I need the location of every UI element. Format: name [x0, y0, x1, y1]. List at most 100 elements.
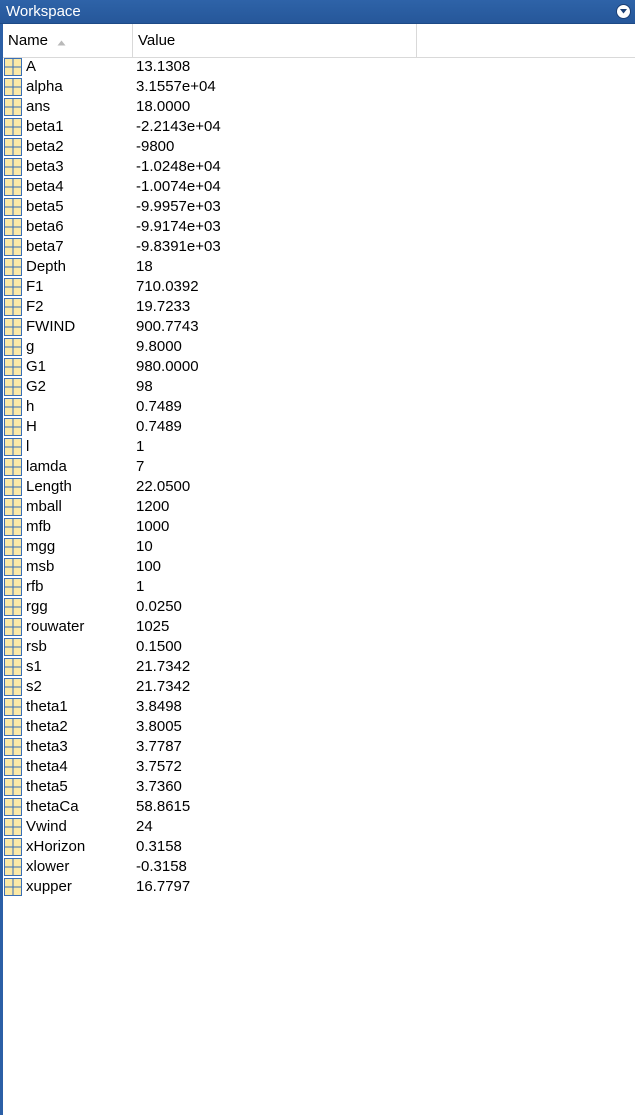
table-row[interactable]: l1: [3, 437, 635, 457]
variable-name: beta7: [26, 238, 64, 255]
table-row[interactable]: beta6 -9.9174e+03: [3, 217, 635, 237]
variable-value: 3.7787: [136, 738, 182, 755]
table-row[interactable]: F2 19.7233: [3, 297, 635, 317]
table-row[interactable]: mball 1200: [3, 497, 635, 517]
variable-value: 0.0250: [136, 598, 182, 615]
column-header-value-label: Value: [138, 32, 176, 49]
variable-name: theta5: [26, 778, 68, 795]
table-row[interactable]: theta1 3.8498: [3, 697, 635, 717]
matrix-grid-icon: [4, 718, 22, 736]
table-row[interactable]: lamda 7: [3, 457, 635, 477]
table-row[interactable]: s2 21.7342: [3, 677, 635, 697]
table-row[interactable]: xHorizon 0.3158: [3, 837, 635, 857]
table-row[interactable]: beta4 -1.0074e+04: [3, 177, 635, 197]
variable-value: -1.0074e+04: [136, 178, 221, 195]
variable-value: -9.9957e+03: [136, 198, 221, 215]
variable-name: rfb: [26, 578, 44, 595]
table-row[interactable]: beta1 -2.2143e+04: [3, 117, 635, 137]
table-row[interactable]: thetaCa 58.8615: [3, 797, 635, 817]
table-row[interactable]: beta2 -9800: [3, 137, 635, 157]
variable-name: alpha: [26, 78, 63, 95]
matrix-grid-icon: [4, 658, 22, 676]
matrix-grid-icon: [4, 678, 22, 696]
variable-value: 18: [136, 258, 153, 275]
matrix-grid-icon: [4, 738, 22, 756]
table-row[interactable]: F1 710.0392: [3, 277, 635, 297]
variable-value: 1: [136, 578, 145, 595]
variable-name: msb: [26, 558, 55, 575]
variable-name: xupper: [26, 878, 72, 895]
table-row[interactable]: FWIND 900.7743: [3, 317, 635, 337]
table-row[interactable]: G2 98: [3, 377, 635, 397]
variable-value: -0.3158: [136, 858, 187, 875]
variable-value: 710.0392: [136, 278, 199, 295]
column-header-name-label: Name: [8, 32, 49, 49]
table-row[interactable]: xlower -0.3158: [3, 857, 635, 877]
variable-value: 58.8615: [136, 798, 191, 815]
table-row[interactable]: s1 21.7342: [3, 657, 635, 677]
column-header-name[interactable]: Name: [3, 24, 133, 57]
table-row[interactable]: A 13.1308: [3, 57, 635, 77]
table-row[interactable]: theta5 3.7360: [3, 777, 635, 797]
table-row[interactable]: alpha 3.1557e+04: [3, 77, 635, 97]
variable-value: 1000: [136, 518, 170, 535]
variable-list: A 13.1308 alpha 3.1557e+04 ans 18.0000 beta1 -2…: [3, 57, 635, 897]
table-row[interactable]: beta3 -1.0248e+04: [3, 157, 635, 177]
matrix-grid-icon: [4, 498, 22, 516]
variable-value: 0.7489: [136, 418, 182, 435]
variable-value: 21.7342: [136, 658, 191, 675]
matrix-grid-icon: [4, 818, 22, 836]
variable-value: 98: [136, 378, 153, 395]
table-row[interactable]: rgg 0.0250: [3, 597, 635, 617]
table-row[interactable]: theta4 3.7572: [3, 757, 635, 777]
matrix-grid-icon: [4, 338, 22, 356]
matrix-grid-icon: [4, 318, 22, 336]
matrix-grid-icon: [4, 858, 22, 876]
table-row[interactable]: xupper 16.7797: [3, 877, 635, 897]
table-row[interactable]: msb 100: [3, 557, 635, 577]
variable-name: G1: [26, 358, 47, 375]
variable-value: 21.7342: [136, 678, 191, 695]
variable-value: 0.1500: [136, 638, 182, 655]
variable-name: s2: [26, 678, 42, 695]
table-row[interactable]: theta3 3.7787: [3, 737, 635, 757]
variable-value: 16.7797: [136, 878, 191, 895]
variable-value: 1: [136, 438, 145, 455]
table-row[interactable]: g 9.8000: [3, 337, 635, 357]
variable-value: 24: [136, 818, 153, 835]
variable-name: theta3: [26, 738, 68, 755]
circle-chevron-down-icon[interactable]: [616, 4, 631, 19]
table-row[interactable]: beta5 -9.9957e+03: [3, 197, 635, 217]
table-row[interactable]: G1 980.0000: [3, 357, 635, 377]
variable-value: -2.2143e+04: [136, 118, 221, 135]
table-row[interactable]: mgg 10: [3, 537, 635, 557]
table-row[interactable]: ans 18.0000: [3, 97, 635, 117]
matrix-grid-icon: [4, 198, 22, 216]
matrix-grid-icon: [4, 778, 22, 796]
matrix-grid-icon: [4, 838, 22, 856]
table-row[interactable]: H 0.7489: [3, 417, 635, 437]
table-row[interactable]: Length 22.0500: [3, 477, 635, 497]
workspace-panel: Name Value A 13.1308 alpha 3.1557e+04 ans 18.…: [0, 24, 635, 1115]
variable-name: l: [26, 438, 30, 455]
table-row[interactable]: rsb 0.1500: [3, 637, 635, 657]
matrix-grid-icon: [4, 358, 22, 376]
variable-name: G2: [26, 378, 47, 395]
variable-name: h: [26, 398, 35, 415]
table-row[interactable]: rouwater 1025: [3, 617, 635, 637]
table-row[interactable]: theta2 3.8005: [3, 717, 635, 737]
table-row[interactable]: Depth 18: [3, 257, 635, 277]
matrix-grid-icon: [4, 378, 22, 396]
table-row[interactable]: mfb 1000: [3, 517, 635, 537]
table-row[interactable]: h 0.7489: [3, 397, 635, 417]
column-header-value[interactable]: Value: [133, 24, 417, 57]
variable-name: thetaCa: [26, 798, 79, 815]
workspace-titlebar: Workspace: [0, 0, 635, 24]
matrix-grid-icon: [4, 238, 22, 256]
table-row[interactable]: beta7 -9.8391e+03: [3, 237, 635, 257]
column-header-empty[interactable]: [417, 24, 635, 57]
table-row[interactable]: Vwind 24: [3, 817, 635, 837]
variable-name: beta3: [26, 158, 64, 175]
matrix-grid-icon: [4, 218, 22, 236]
table-row[interactable]: rfb 1: [3, 577, 635, 597]
